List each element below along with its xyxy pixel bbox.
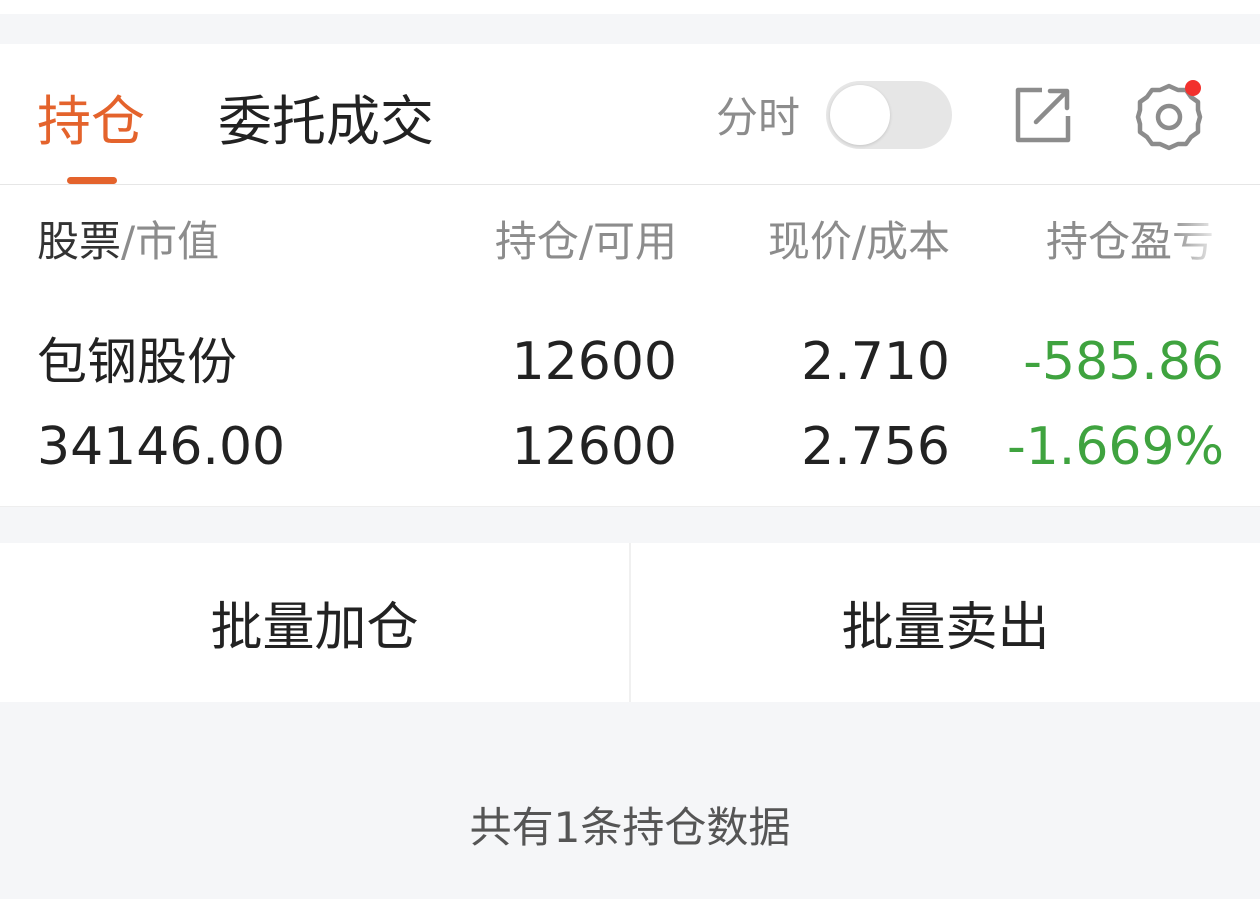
pnl-amount: -585.86 (1023, 332, 1224, 392)
timeshare-label: 分时 (716, 93, 801, 142)
toggle-knob (830, 85, 890, 145)
header-pnl[interactable]: 持仓盈亏 (1046, 221, 1224, 263)
market-value: 34146.00 (37, 417, 286, 477)
external-link-icon[interactable] (1012, 84, 1074, 146)
header-stock: 股票 (37, 217, 122, 266)
top-strip (0, 0, 1260, 14)
holdings-count-summary: 共有1条持仓数据 (469, 803, 791, 852)
header-price[interactable]: 现价/成本 (768, 221, 950, 263)
holdings-table: 股票/市值 持仓/可用 现价/成本 持仓盈亏 包钢股份 34146.00 126… (0, 185, 1260, 507)
tab-bar: 持仓 委托成交 分时 (0, 44, 1260, 185)
stock-name: 包钢股份 (37, 333, 237, 391)
header-stock-value[interactable]: 股票/市值 (37, 221, 219, 263)
timeshare-toggle[interactable] (826, 81, 952, 149)
current-price: 2.710 (801, 332, 950, 392)
position-qty: 12600 (511, 332, 677, 392)
header-separator: / (121, 217, 136, 266)
header-market-value: 市值 (135, 217, 220, 266)
notification-dot (1185, 80, 1201, 96)
pnl-percent: -1.669% (1006, 417, 1224, 477)
available-qty: 12600 (511, 417, 677, 477)
tab-holdings[interactable]: 持仓 (37, 95, 145, 149)
tab-orders[interactable]: 委托成交 (218, 95, 434, 149)
action-bar: 批量加仓 批量卖出 (0, 543, 1260, 702)
header-qty[interactable]: 持仓/可用 (495, 221, 677, 263)
active-tab-indicator (67, 177, 117, 184)
batch-add-button[interactable]: 批量加仓 (0, 543, 629, 702)
batch-sell-button[interactable]: 批量卖出 (631, 543, 1260, 702)
cost-price: 2.756 (801, 417, 950, 477)
